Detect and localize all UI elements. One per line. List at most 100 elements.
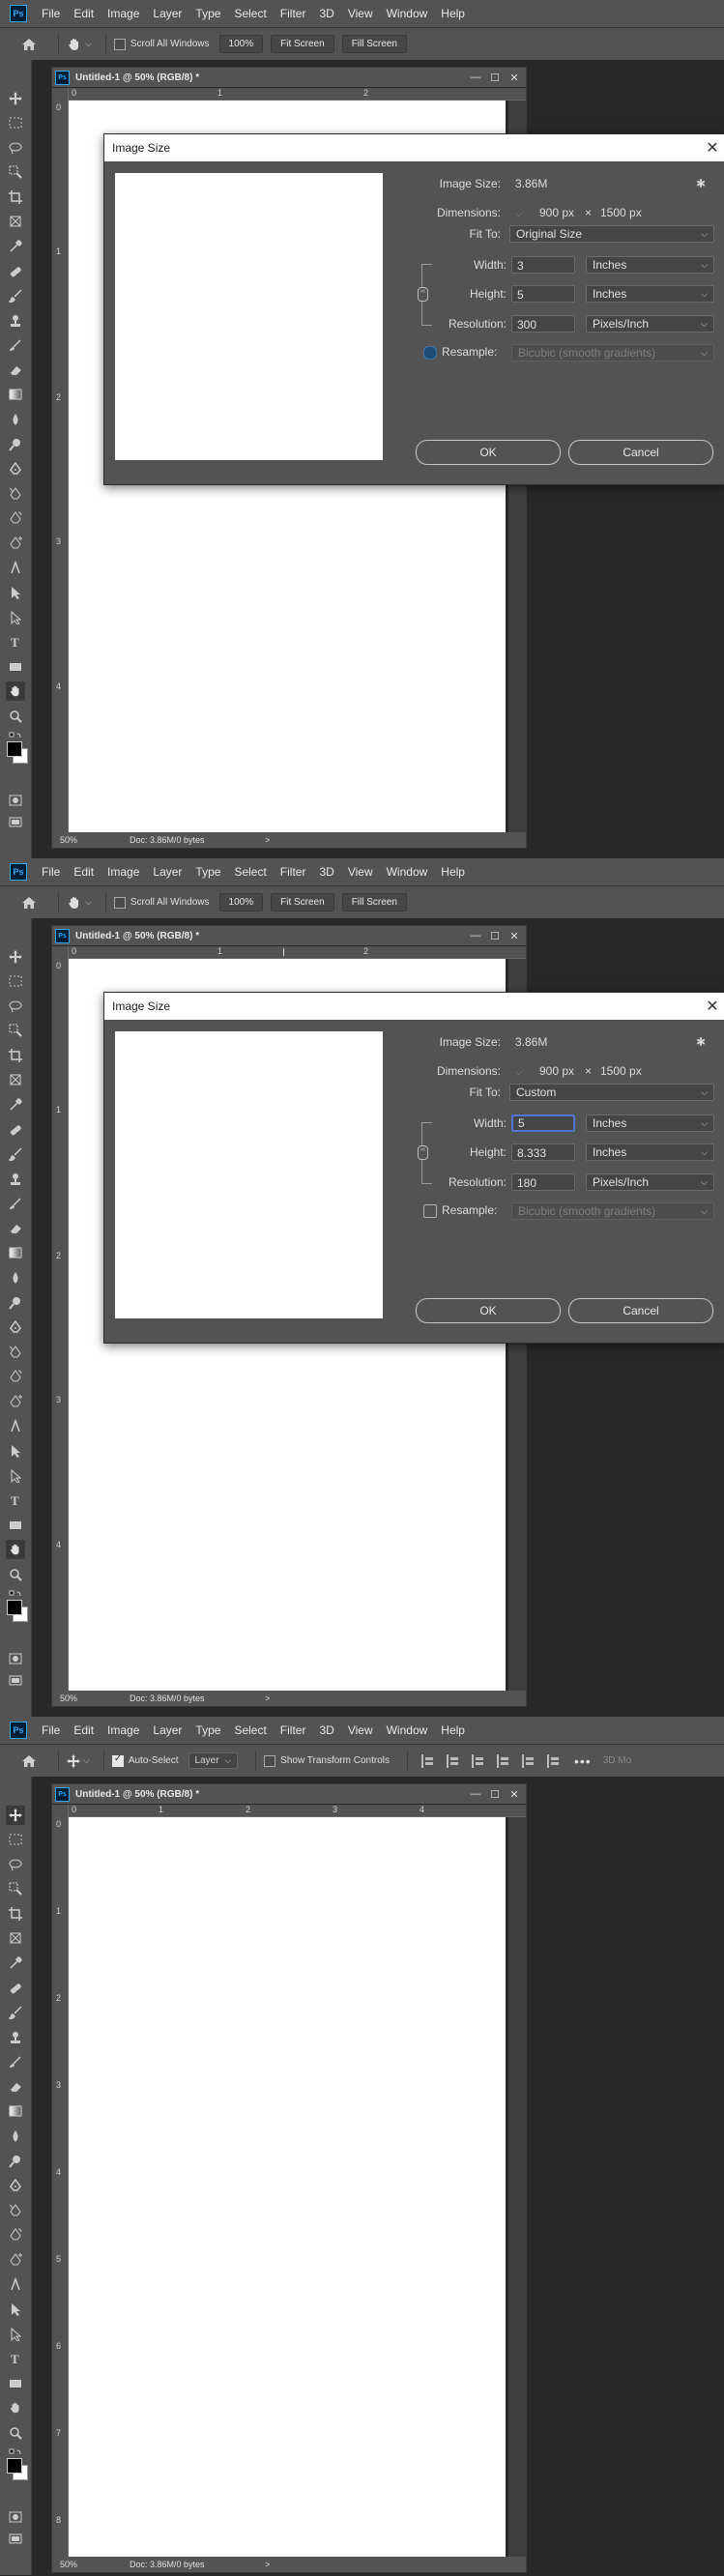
- home-icon[interactable]: [19, 1751, 39, 1771]
- resolution-unit-select[interactable]: Pixels/Inch ⌵: [586, 1173, 714, 1191]
- maximize-icon[interactable]: ☐: [487, 930, 503, 942]
- minimize-icon[interactable]: —: [468, 1788, 483, 1800]
- move-tool-icon[interactable]: [6, 1806, 25, 1825]
- height-input[interactable]: 5: [511, 285, 575, 303]
- freeform-pen-tool-icon[interactable]: [8, 1345, 23, 1360]
- menu-view[interactable]: View: [341, 858, 380, 885]
- freeform-pen-tool-icon[interactable]: [8, 2203, 23, 2218]
- resample-method-select[interactable]: Bicubic (smooth gradients) ⌵: [511, 1202, 714, 1220]
- height-unit-select[interactable]: Inches ⌵: [586, 1143, 714, 1161]
- path-selection-tool-icon[interactable]: [8, 1443, 23, 1459]
- menu-3d[interactable]: 3D: [312, 0, 340, 27]
- fit-screen-button[interactable]: Fit Screen: [271, 35, 334, 53]
- ruler-horizontal[interactable]: 0 1 2: [69, 88, 526, 101]
- menu-filter[interactable]: Filter: [274, 858, 313, 885]
- pen-tool-icon[interactable]: [8, 461, 23, 477]
- hand-tool-icon[interactable]: [8, 2400, 23, 2416]
- menu-help[interactable]: Help: [434, 1717, 472, 1744]
- close-icon[interactable]: ✕: [700, 138, 724, 158]
- width-input[interactable]: 3: [511, 256, 575, 274]
- lasso-tool-icon[interactable]: [8, 999, 23, 1014]
- width-unit-select[interactable]: Inches ⌵: [586, 256, 714, 274]
- clone-stamp-tool-icon[interactable]: [8, 313, 23, 329]
- convert-point-tool-icon[interactable]: [8, 1418, 23, 1433]
- zoom-tool-icon[interactable]: [8, 709, 23, 724]
- ok-button[interactable]: OK: [416, 440, 561, 465]
- show-transform-controls-checkbox[interactable]: Show Transform Controls: [264, 1754, 390, 1767]
- crop-tool-icon[interactable]: [8, 189, 23, 205]
- marquee-tool-icon[interactable]: [8, 115, 23, 130]
- align-right-icon[interactable]: [471, 1753, 485, 1768]
- clone-stamp-tool-icon[interactable]: [8, 2030, 23, 2045]
- auto-select-checkbox[interactable]: Auto-Select: [111, 1753, 179, 1767]
- width-unit-select[interactable]: Inches ⌵: [586, 1114, 714, 1132]
- move-tool-icon[interactable]: [8, 949, 23, 965]
- minimize-icon[interactable]: —: [468, 930, 483, 941]
- rectangle-tool-icon[interactable]: [8, 2376, 23, 2391]
- foreground-color-swatch[interactable]: [7, 741, 22, 757]
- pen-tool-icon[interactable]: [8, 1319, 23, 1335]
- menu-select[interactable]: Select: [227, 0, 273, 27]
- zoom-100-button[interactable]: 100%: [218, 893, 264, 912]
- frame-tool-icon[interactable]: [8, 214, 23, 229]
- close-icon[interactable]: ✕: [507, 1788, 522, 1801]
- dimensions-chevron[interactable]: ⌵: [515, 206, 522, 219]
- resample-checkbox[interactable]: [423, 346, 437, 360]
- type-tool-icon[interactable]: T: [8, 1492, 23, 1508]
- resolution-unit-select[interactable]: Pixels/Inch ⌵: [586, 315, 714, 333]
- blur-tool-icon[interactable]: [8, 1270, 23, 1286]
- path-selection-tool-icon[interactable]: [8, 2301, 23, 2317]
- convert-point-tool-icon[interactable]: [8, 560, 23, 575]
- eyedropper-tool-icon[interactable]: [8, 1097, 23, 1113]
- menu-help[interactable]: Help: [434, 858, 472, 885]
- menu-edit[interactable]: Edit: [67, 858, 101, 885]
- cancel-button[interactable]: Cancel: [568, 440, 713, 465]
- gear-icon[interactable]: ✱: [696, 177, 706, 190]
- gradient-tool-icon[interactable]: [8, 1245, 23, 1260]
- direct-selection-tool-icon[interactable]: [8, 1468, 23, 1484]
- tool-preset-picker[interactable]: ⌵: [67, 37, 92, 52]
- history-brush-tool-icon[interactable]: [8, 2054, 23, 2069]
- rectangle-tool-icon[interactable]: [8, 1518, 23, 1533]
- resample-checkbox[interactable]: [423, 1204, 437, 1218]
- quick-mask-icon[interactable]: [8, 1651, 23, 1666]
- home-icon[interactable]: [19, 35, 39, 54]
- home-icon[interactable]: [19, 893, 39, 912]
- gear-icon[interactable]: ✱: [696, 1035, 706, 1049]
- height-input[interactable]: 8.333: [511, 1143, 575, 1161]
- auto-select-target-select[interactable]: Layer ⌵: [188, 1752, 239, 1769]
- document-tab[interactable]: Ps Untitled-1 @ 50% (RGB/8) * — ☐ ✕: [52, 926, 526, 945]
- hand-tool-icon[interactable]: [6, 681, 25, 701]
- direct-selection-tool-icon[interactable]: [8, 610, 23, 625]
- menu-image[interactable]: Image: [101, 0, 146, 27]
- resample-method-select[interactable]: Bicubic (smooth gradients) ⌵: [511, 344, 714, 362]
- chevron-right-icon[interactable]: >: [265, 835, 270, 845]
- pen-tool-icon[interactable]: [8, 2178, 23, 2193]
- align-vertical-center-icon[interactable]: [521, 1753, 536, 1768]
- zoom-level[interactable]: 50%: [52, 1693, 91, 1703]
- scroll-all-windows-checkbox[interactable]: Scroll All Windows: [113, 896, 210, 909]
- history-brush-tool-icon[interactable]: [8, 1196, 23, 1211]
- dodge-tool-icon[interactable]: [8, 437, 23, 452]
- align-horizontal-center-icon[interactable]: [446, 1753, 460, 1768]
- quick-selection-tool-icon[interactable]: [8, 164, 23, 180]
- dimensions-chevron[interactable]: ⌵: [515, 1064, 522, 1078]
- maximize-icon[interactable]: ☐: [487, 1788, 503, 1801]
- menu-3d[interactable]: 3D: [312, 1717, 340, 1744]
- add-anchor-point-tool-icon[interactable]: [8, 1394, 23, 1409]
- menu-image[interactable]: Image: [101, 858, 146, 885]
- ruler-vertical[interactable]: 0 1 2 3 4 5 6 7 8: [52, 1805, 69, 2557]
- blur-tool-icon[interactable]: [8, 412, 23, 427]
- more-options-icon[interactable]: •••: [574, 1753, 592, 1769]
- dodge-tool-icon[interactable]: [8, 1295, 23, 1311]
- eyedropper-tool-icon[interactable]: [8, 239, 23, 254]
- brush-tool-icon[interactable]: [8, 2005, 23, 2020]
- dodge-tool-icon[interactable]: [8, 2154, 23, 2169]
- direct-selection-tool-icon[interactable]: [8, 2327, 23, 2342]
- link-constrain-icon[interactable]: ∞: [418, 287, 428, 302]
- clone-stamp-tool-icon[interactable]: [8, 1172, 23, 1187]
- history-brush-tool-icon[interactable]: [8, 337, 23, 353]
- scroll-all-windows-checkbox[interactable]: Scroll All Windows: [113, 38, 210, 50]
- hand-tool-icon[interactable]: [6, 1540, 25, 1559]
- ruler-horizontal[interactable]: 0 1 2: [69, 946, 526, 959]
